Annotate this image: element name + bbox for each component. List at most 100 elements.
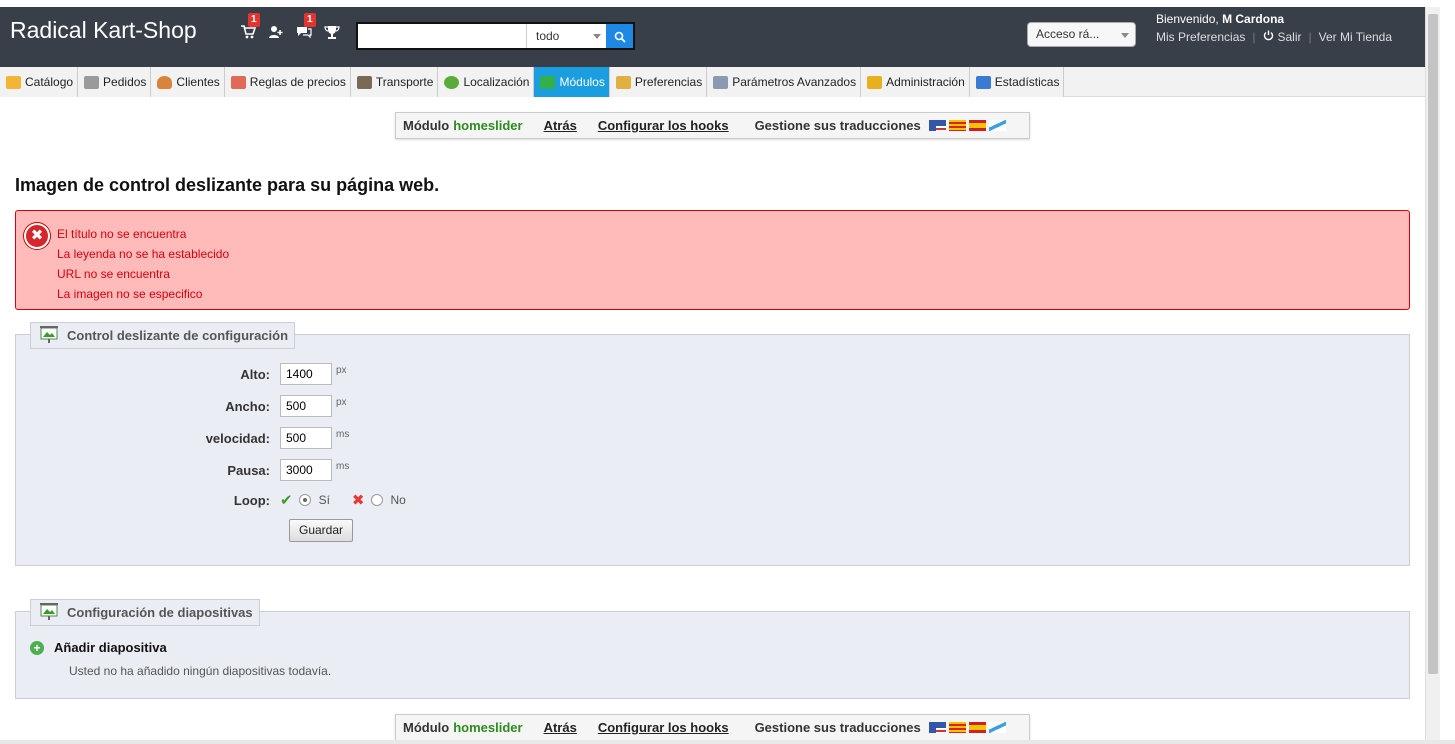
tab-label: Pedidos [103, 75, 147, 89]
messages-icon[interactable]: 1 [290, 13, 318, 45]
loop-no-label: No [390, 493, 406, 507]
error-icon: ✖ [24, 223, 50, 249]
flag-gl-icon[interactable] [988, 722, 1006, 733]
loop-no-radio[interactable] [370, 494, 383, 506]
preferences-icon [615, 75, 631, 89]
power-icon [1263, 30, 1274, 44]
cross-icon: ✖ [351, 492, 365, 509]
back-link[interactable]: Atrás [544, 720, 577, 735]
loop-yes-radio[interactable] [298, 494, 311, 506]
module-prefix: Módulo [403, 118, 450, 133]
cart-icon[interactable]: 1 [234, 13, 262, 45]
page-title: Imagen de control deslizante para su pág… [15, 175, 440, 195]
key-icon [867, 75, 883, 89]
pause-input[interactable] [280, 459, 332, 481]
search-scope-select[interactable]: todo [526, 24, 606, 48]
vertical-scrollbar[interactable] [1425, 7, 1440, 744]
flag-ca-icon[interactable] [948, 722, 966, 733]
truck-icon [356, 75, 372, 89]
cart-badge: 1 [248, 13, 260, 27]
user-panel: Bienvenido, M Cardona Mis Preferencias |… [1156, 12, 1392, 44]
module-name: homeslider [453, 118, 523, 133]
tab-estadisticas[interactable]: Estadísticas [969, 67, 1065, 97]
horizontal-scrollbar[interactable] [0, 740, 1455, 744]
search-input[interactable] [360, 26, 525, 46]
scrollbar-thumb[interactable] [1428, 14, 1438, 674]
check-icon: ✔ [280, 492, 293, 509]
tab-label: Estadísticas [994, 75, 1060, 89]
tab-reglas-precios[interactable]: Reglas de precios [224, 67, 351, 97]
logout-link[interactable]: Salir [1278, 30, 1302, 44]
module-prefix: Módulo [403, 720, 450, 735]
module-toolbar-top: Módulo homeslider Atrás Configurar los h… [395, 112, 1030, 139]
speed-input[interactable] [280, 427, 332, 449]
width-unit: px [336, 397, 347, 408]
tab-clientes[interactable]: Clientes [151, 67, 225, 97]
main-tabs: Catálogo Pedidos Clientes Reglas de prec… [0, 67, 1425, 97]
loop-options: ✔ Sí ✖ No [280, 491, 406, 509]
user-name: M Cardona [1222, 12, 1285, 26]
flag-en-icon[interactable] [928, 120, 946, 131]
slides-legend: Configuración de diapositivas [30, 599, 260, 626]
shop-brand[interactable]: Radical Kart-Shop [10, 17, 197, 44]
separator: | [1252, 30, 1256, 44]
translations-label: Gestione sus traducciones [754, 118, 921, 133]
legend-text: Control deslizante de configuración [67, 328, 289, 343]
bar-chart-icon [975, 75, 991, 89]
tab-pedidos[interactable]: Pedidos [78, 67, 152, 97]
tab-preferencias[interactable]: Preferencias [609, 67, 708, 97]
tab-localizacion[interactable]: Localización [438, 67, 535, 97]
trophy-icon[interactable] [318, 25, 346, 45]
search-box: todo [356, 22, 635, 50]
flag-gl-icon[interactable] [988, 120, 1006, 131]
error-item: El título no se encuentra [57, 227, 187, 241]
tab-catalogo[interactable]: Catálogo [0, 67, 79, 97]
add-icon: + [30, 640, 44, 655]
error-list: El título no se encuentra La leyenda no … [57, 227, 229, 307]
flag-es-icon[interactable] [968, 722, 986, 733]
flag-ca-icon[interactable] [948, 120, 966, 131]
height-unit: px [336, 365, 347, 376]
height-row: Alto: px [16, 363, 347, 385]
folder-icon [6, 75, 21, 89]
add-slide-link[interactable]: + Añadir diapositiva [30, 640, 167, 655]
error-item: La imagen no se especifico [57, 287, 203, 301]
customers-icon[interactable] [262, 25, 290, 45]
top-strip [0, 0, 1455, 7]
separator: | [1308, 30, 1312, 44]
quick-access-select[interactable]: Acceso rá... [1027, 22, 1136, 47]
pause-label: Pausa: [227, 462, 270, 478]
tab-label: Reglas de precios [249, 75, 346, 89]
empty-slides-text: Usted no ha añadido ningún diapositivas … [69, 664, 332, 678]
slider-config-fieldset: Control deslizante de configuración Alto… [15, 322, 1410, 566]
configure-hooks-link[interactable]: Configurar los hooks [598, 118, 729, 133]
loop-label: Loop: [233, 492, 270, 508]
search-button[interactable] [606, 24, 633, 48]
welcome-prefix: Bienvenido, [1156, 12, 1219, 26]
translations-label: Gestione sus traducciones [754, 720, 921, 735]
back-link[interactable]: Atrás [544, 118, 577, 133]
error-item: La leyenda no se ha establecido [57, 247, 230, 261]
quick-access-label: Acceso rá... [1036, 27, 1100, 41]
slider-config-legend: Control deslizante de configuración [30, 322, 296, 349]
module-name: homeslider [453, 720, 523, 735]
tab-parametros-avanzados[interactable]: Parámetros Avanzados [707, 67, 862, 97]
width-input[interactable] [280, 395, 332, 417]
flag-en-icon[interactable] [928, 722, 946, 733]
slides-icon [40, 326, 58, 343]
flag-es-icon[interactable] [968, 120, 986, 131]
tab-modulos[interactable]: Módulos [534, 67, 610, 97]
error-alert: ✖ El título no se encuentra La leyenda n… [15, 210, 1410, 310]
tab-administracion[interactable]: Administración [861, 67, 970, 97]
width-row: Ancho: px [16, 395, 347, 417]
configure-hooks-link[interactable]: Configurar los hooks [598, 720, 729, 735]
tab-transporte[interactable]: Transporte [350, 67, 439, 97]
view-store-link[interactable]: Ver Mi Tienda [1319, 30, 1392, 44]
speed-unit: ms [336, 429, 350, 440]
my-preferences-link[interactable]: Mis Preferencias [1156, 30, 1245, 44]
save-button[interactable]: Guardar [289, 519, 354, 542]
speed-row: velocidad: ms [16, 427, 349, 449]
height-input[interactable] [280, 363, 332, 385]
user-icon [157, 75, 173, 89]
speed-label: velocidad: [205, 430, 270, 446]
